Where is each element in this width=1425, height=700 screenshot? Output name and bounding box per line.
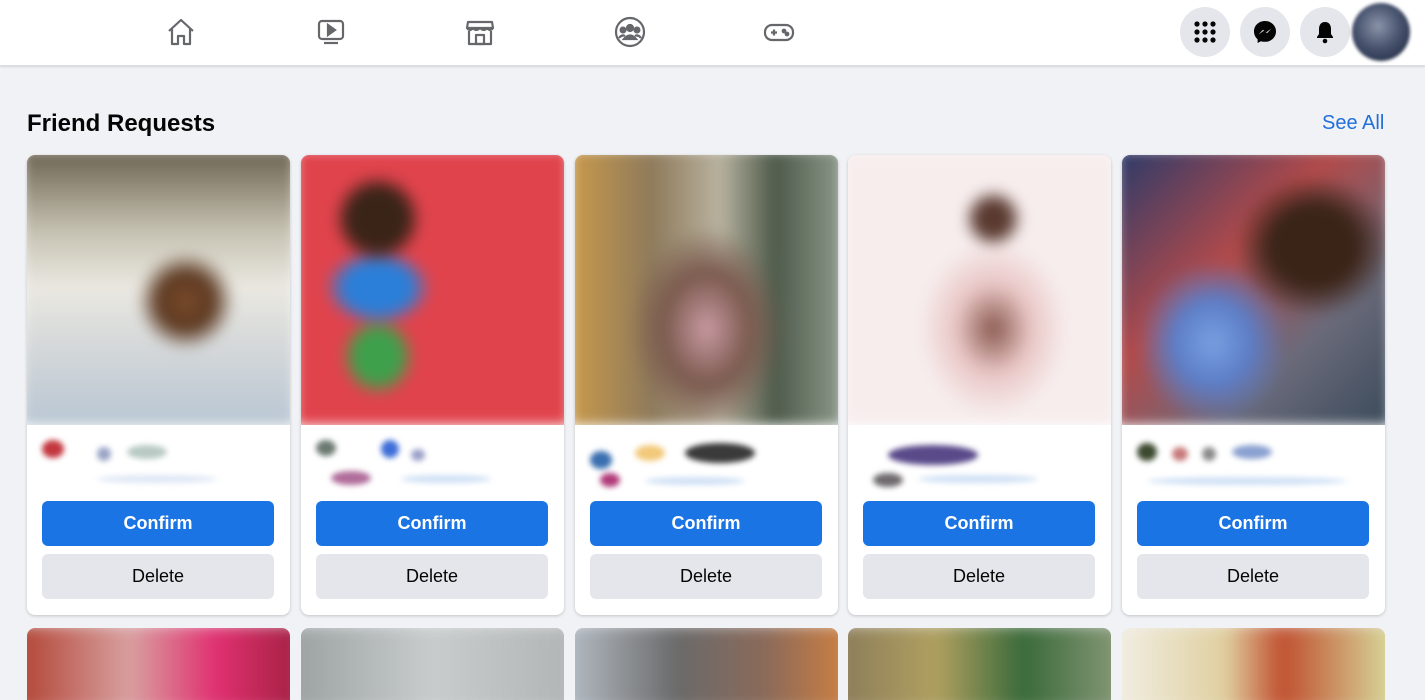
gaming-icon[interactable] [759, 12, 799, 52]
friend-request-card [1122, 628, 1385, 700]
home-icon[interactable] [161, 12, 201, 52]
delete-button[interactable]: Delete [590, 554, 822, 599]
profile-photo[interactable] [848, 155, 1111, 426]
friend-request-card: Confirm Delete [301, 155, 564, 615]
watch-icon[interactable] [311, 12, 351, 52]
profile-photo[interactable] [1122, 628, 1385, 700]
profile-photo[interactable] [1122, 155, 1385, 426]
friend-request-card [848, 628, 1111, 700]
confirm-button[interactable]: Confirm [1137, 501, 1369, 546]
groups-icon[interactable] [610, 12, 650, 52]
marketplace-icon[interactable] [460, 12, 500, 52]
delete-button[interactable]: Delete [316, 554, 548, 599]
friend-request-card: Confirm Delete [848, 155, 1111, 615]
see-all-link[interactable]: See All [1322, 112, 1384, 135]
profile-photo[interactable] [848, 628, 1111, 700]
profile-photo[interactable] [301, 155, 564, 426]
profile-avatar[interactable] [1352, 3, 1410, 61]
profile-photo[interactable] [575, 155, 838, 426]
friend-request-card [27, 628, 290, 700]
notifications-bell-icon[interactable] [1300, 7, 1350, 57]
messenger-icon[interactable] [1240, 7, 1290, 57]
confirm-button[interactable]: Confirm [863, 501, 1095, 546]
friend-request-card [301, 628, 564, 700]
delete-button[interactable]: Delete [1137, 554, 1369, 599]
friend-request-card [575, 628, 838, 700]
confirm-button[interactable]: Confirm [590, 501, 822, 546]
delete-button[interactable]: Delete [863, 554, 1095, 599]
confirm-button[interactable]: Confirm [316, 501, 548, 546]
page-title: Friend Requests [27, 110, 216, 137]
menu-grid-icon[interactable] [1180, 7, 1230, 57]
mutual-friends-info [1122, 425, 1385, 495]
profile-photo[interactable] [301, 628, 564, 700]
confirm-button[interactable]: Confirm [42, 501, 274, 546]
friend-request-card: Confirm Delete [575, 155, 838, 615]
friend-request-card: Confirm Delete [1122, 155, 1385, 615]
mutual-friends-info [575, 425, 838, 495]
mutual-friends-info [848, 425, 1111, 495]
friend-request-card: Confirm Delete [27, 155, 290, 615]
profile-photo[interactable] [575, 628, 838, 700]
profile-photo[interactable] [27, 628, 290, 700]
mutual-friends-info [27, 425, 290, 495]
top-navigation-bar [0, 0, 1425, 66]
delete-button[interactable]: Delete [42, 554, 274, 599]
mutual-friends-info [301, 425, 564, 495]
profile-photo[interactable] [27, 155, 290, 426]
